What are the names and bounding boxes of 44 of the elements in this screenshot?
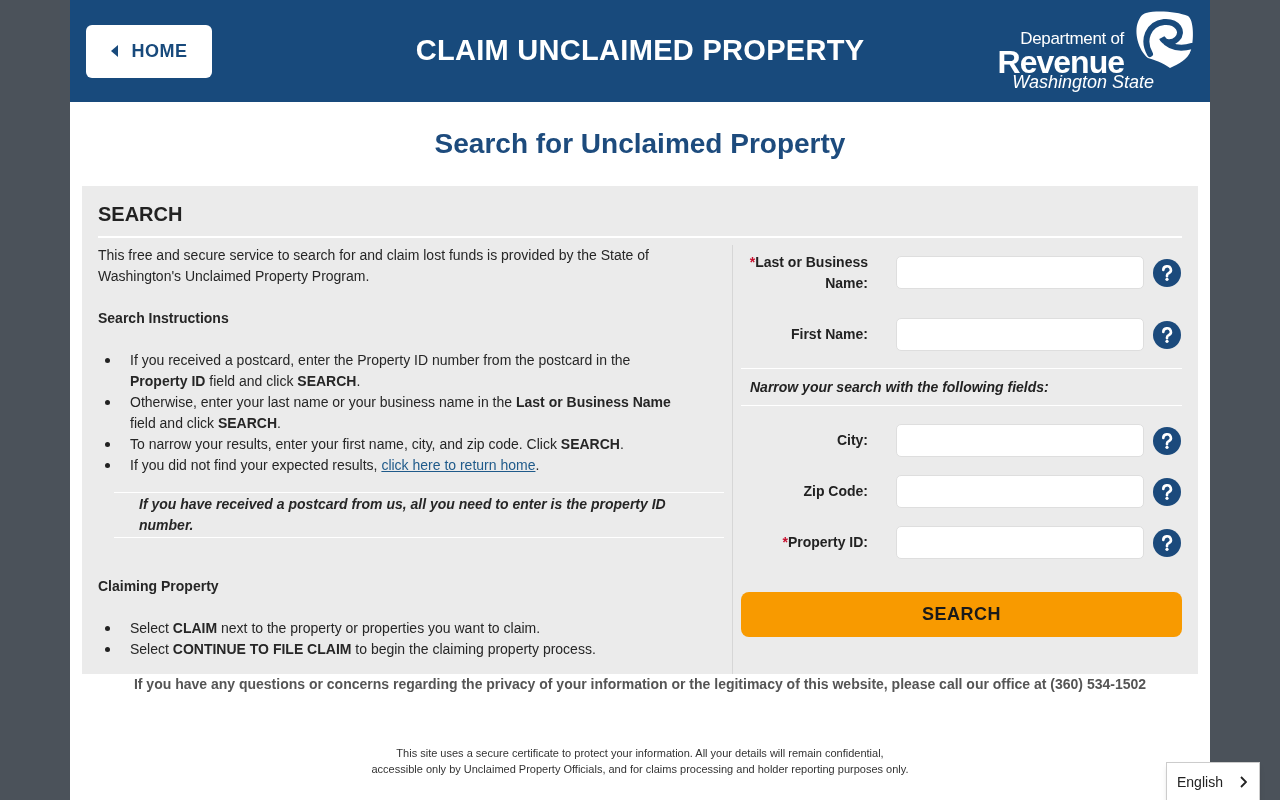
help-icon[interactable]: [1153, 528, 1181, 557]
bullet-icon: [105, 400, 110, 405]
text-input-field[interactable]: [896, 318, 1144, 351]
caret-left-icon: [110, 45, 118, 57]
help-icon[interactable]: [1153, 320, 1181, 349]
intro-text: This free and secure service to search for and claim lost funds is provided by the State of Washington's Unclaimed Property Program.: [98, 246, 650, 286]
contact-note: If you have any questions or concerns regarding the privacy of your information or the legitimacy of this website, please call our office at (360) 534-1502: [132, 675, 1148, 694]
bullet-icon: [105, 358, 110, 363]
field-label: First Name:: [789, 325, 868, 344]
claiming-step-text: Select CONTINUE TO FILE CLAIM to begin the claiming property process.: [130, 640, 596, 659]
page-title: CLAIM UNCLAIMED PROPERTY: [415, 33, 865, 69]
instruction-text: Otherwise, enter your last name or your business name in the Last or Business Name field and click SEARCH.: [130, 393, 672, 433]
subheading: Claiming Property: [98, 577, 220, 596]
footer-notice-text: accessible only by Unclaimed Property Officials, and for claims processing and holder reporting purposes only.: [371, 762, 909, 777]
bullet-icon: [105, 463, 110, 468]
page-heading: Search for Unclaimed Property: [433, 127, 847, 161]
help-icon[interactable]: [1153, 426, 1181, 455]
text-input-field[interactable]: [896, 424, 1144, 457]
subheading: Search Instructions: [98, 309, 230, 328]
help-icon[interactable]: [1153, 258, 1181, 287]
help-icon[interactable]: [1153, 477, 1181, 506]
text-input-field[interactable]: [896, 256, 1144, 289]
logo-text: Department of: [1020, 30, 1124, 48]
language-selector[interactable]: English: [1166, 762, 1260, 800]
search-button[interactable]: SEARCH: [741, 592, 1182, 637]
section-heading: SEARCH: [98, 186, 1182, 238]
bullet-icon: [105, 442, 110, 447]
text-input-field[interactable]: [896, 526, 1144, 559]
bullet-icon: [105, 647, 110, 652]
claiming-step-text: Select CLAIM next to the property or properties you want to claim.: [130, 619, 541, 638]
footer-notice-text: This site uses a secure certificate to protect your information. All your details will remain confidential,: [396, 746, 884, 761]
field-label: *Last or Business Name:: [748, 252, 868, 293]
instruction-text: If you received a postcard, enter the Property ID number from the postcard in the Property ID field and click SEARCH.: [130, 351, 632, 391]
chevron-right-icon: [1240, 776, 1247, 788]
home-button[interactable]: HOME: [86, 24, 212, 78]
bullet-icon: [105, 626, 110, 631]
field-label: City:: [835, 431, 868, 450]
text-input-field[interactable]: [896, 475, 1144, 508]
instruction-text: If you did not find your expected results, click here to return home.: [130, 456, 540, 475]
instruction-text: To narrow your results, enter your first name, city, and zip code. Click SEARCH.: [130, 435, 624, 454]
postcard-note: If you have received a postcard from us, all you need to enter is the property ID number.: [114, 492, 724, 538]
field-label: Zip Code:: [802, 482, 868, 501]
narrow-search-hint: Narrow your search with the following fields:: [741, 368, 1182, 406]
field-label: *Property ID:: [781, 533, 868, 552]
